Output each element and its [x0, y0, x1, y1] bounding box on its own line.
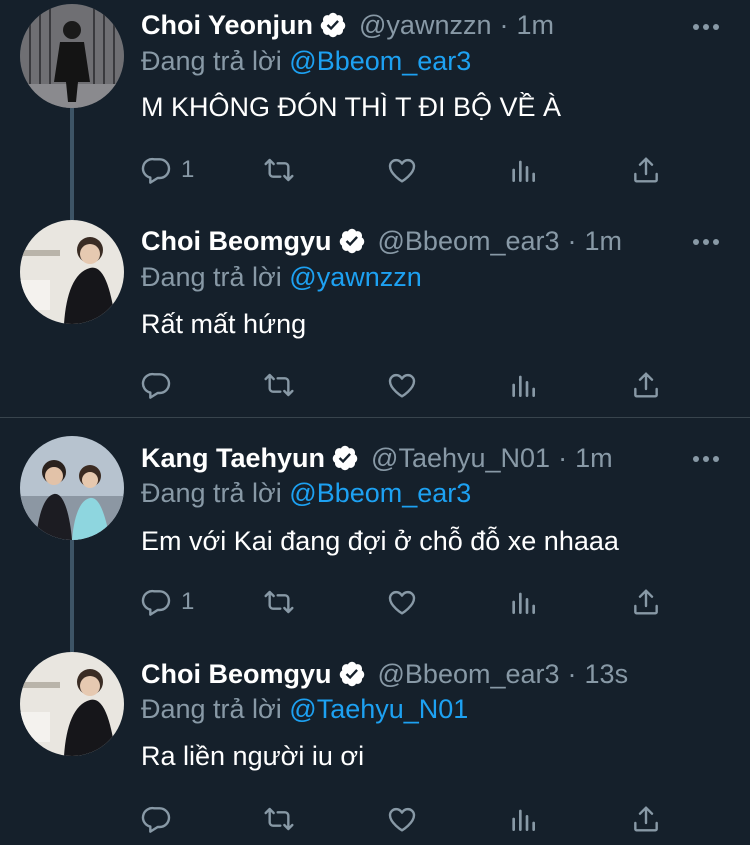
verified-badge-icon	[319, 11, 347, 39]
avatar[interactable]	[20, 436, 124, 540]
retweet-icon	[263, 586, 295, 618]
reply-button[interactable]	[141, 367, 181, 403]
replying-to-label: Đang trả lời	[141, 262, 282, 292]
timestamp[interactable]: 1m	[516, 10, 554, 41]
analytics-button[interactable]	[507, 367, 539, 403]
replying-to: Đang trả lời @Bbeom_ear3	[141, 46, 471, 77]
separator-dot: ·	[567, 225, 577, 256]
replying-to: Đang trả lời @yawnzzn	[141, 262, 422, 293]
timestamp[interactable]: 1m	[575, 443, 613, 474]
analytics-icon	[507, 369, 539, 401]
mention-link[interactable]: @Bbeom_ear3	[289, 478, 471, 508]
reply-button[interactable]	[141, 801, 181, 837]
share-icon	[630, 803, 662, 835]
retweet-button[interactable]	[263, 367, 295, 403]
tweet[interactable]: Choi Beomgyu @Bbeom_ear3 · 1m Đang trả l…	[0, 215, 750, 415]
avatar[interactable]	[20, 220, 124, 324]
avatar[interactable]	[20, 4, 124, 108]
tweet[interactable]: Kang Taehyun @Taehyu_N01 · 1m Đang trả l…	[0, 432, 750, 632]
reply-count: 1	[181, 156, 195, 183]
separator-dot: ·	[558, 442, 568, 473]
mention-link[interactable]: @Bbeom_ear3	[289, 46, 471, 76]
mention-link[interactable]: @Taehyu_N01	[289, 694, 468, 724]
more-options-icon[interactable]	[692, 22, 720, 32]
retweet-button[interactable]	[263, 152, 295, 188]
reply-icon	[141, 154, 173, 186]
separator-dot: ·	[499, 9, 509, 40]
analytics-button[interactable]	[507, 584, 539, 620]
like-icon	[386, 586, 418, 618]
reply-button[interactable]: 1	[141, 584, 194, 620]
action-bar: 1	[141, 584, 681, 620]
display-name[interactable]: Choi Beomgyu	[141, 659, 332, 690]
action-bar	[141, 801, 681, 837]
like-button[interactable]	[386, 584, 418, 620]
conversation-divider	[0, 417, 750, 418]
action-bar	[141, 367, 681, 403]
timestamp[interactable]: 1m	[585, 226, 623, 257]
tweet[interactable]: Choi Yeonjun @yawnzzn · 1m Đang trả lời …	[0, 0, 750, 210]
user-handle[interactable]: @yawnzzn	[359, 10, 491, 41]
share-icon	[630, 586, 662, 618]
retweet-icon	[263, 369, 295, 401]
like-icon	[386, 369, 418, 401]
user-handle[interactable]: @Bbeom_ear3	[378, 659, 560, 690]
more-options-icon[interactable]	[692, 237, 720, 247]
analytics-icon	[507, 803, 539, 835]
replying-to-label: Đang trả lời	[141, 46, 282, 76]
retweet-button[interactable]	[263, 801, 295, 837]
tweet[interactable]: Choi Beomgyu @Bbeom_ear3 · 13s Đang trả …	[0, 648, 750, 845]
replying-to-label: Đang trả lời	[141, 694, 282, 724]
like-icon	[386, 154, 418, 186]
share-button[interactable]	[630, 801, 662, 837]
analytics-button[interactable]	[507, 152, 539, 188]
verified-badge-icon	[338, 660, 366, 688]
share-button[interactable]	[630, 584, 662, 620]
mention-link[interactable]: @yawnzzn	[289, 262, 421, 292]
display-name[interactable]: Choi Yeonjun	[141, 10, 313, 41]
tweet-text: Ra liền người iu ơi	[141, 741, 365, 771]
retweet-icon	[263, 154, 295, 186]
like-button[interactable]	[386, 152, 418, 188]
share-icon	[630, 369, 662, 401]
retweet-icon	[263, 803, 295, 835]
tweet-text: Em với Kai đang đợi ở chỗ đỗ xe nhaaa	[141, 526, 619, 556]
tweet-text: Rất mất hứng	[141, 309, 307, 339]
share-button[interactable]	[630, 152, 662, 188]
verified-badge-icon	[338, 227, 366, 255]
user-handle[interactable]: @Bbeom_ear3	[378, 226, 560, 257]
share-button[interactable]	[630, 367, 662, 403]
analytics-icon	[507, 586, 539, 618]
action-bar: 1	[141, 152, 681, 188]
like-button[interactable]	[386, 367, 418, 403]
analytics-button[interactable]	[507, 801, 539, 837]
retweet-button[interactable]	[263, 584, 295, 620]
more-options-icon[interactable]	[692, 454, 720, 464]
timestamp[interactable]: 13s	[585, 659, 629, 690]
share-icon	[630, 154, 662, 186]
replying-to: Đang trả lời @Taehyu_N01	[141, 694, 468, 725]
like-icon	[386, 803, 418, 835]
tweet-text: M KHÔNG ĐÓN THÌ T ĐI BỘ VỀ À	[141, 92, 562, 122]
reply-button[interactable]: 1	[141, 152, 194, 188]
separator-dot: ·	[567, 658, 577, 689]
replying-to-label: Đang trả lời	[141, 478, 282, 508]
display-name[interactable]: Choi Beomgyu	[141, 226, 332, 257]
like-button[interactable]	[386, 801, 418, 837]
reply-icon	[141, 369, 173, 401]
analytics-icon	[507, 154, 539, 186]
verified-badge-icon	[331, 444, 359, 472]
reply-icon	[141, 586, 173, 618]
reply-icon	[141, 803, 173, 835]
replying-to: Đang trả lời @Bbeom_ear3	[141, 478, 471, 509]
avatar[interactable]	[20, 652, 124, 756]
user-handle[interactable]: @Taehyu_N01	[371, 443, 550, 474]
display-name[interactable]: Kang Taehyun	[141, 443, 325, 474]
reply-count: 1	[181, 588, 195, 615]
